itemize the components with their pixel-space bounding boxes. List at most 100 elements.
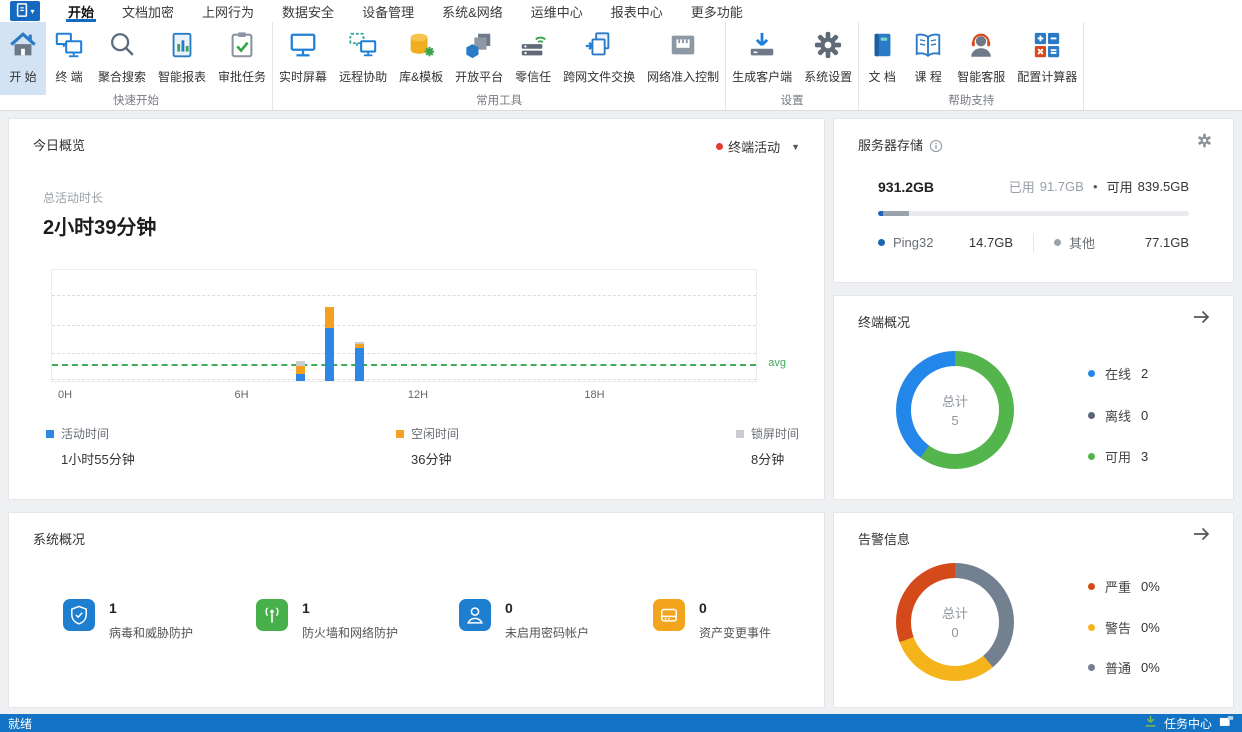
legend-item: 普通0% bbox=[1088, 658, 1160, 677]
library-template-icon bbox=[405, 29, 437, 61]
terminal-overview-panel: 终端概况 总计 5 在线2离线0可用3 bbox=[833, 295, 1234, 500]
bar-segment bbox=[355, 348, 364, 381]
tab-more-functions[interactable]: 更多功能 bbox=[677, 0, 757, 22]
system-stat-item: 0未启用密码帐户 bbox=[459, 599, 589, 641]
ribbon-item-zero-trust[interactable]: 零信任 bbox=[509, 22, 557, 95]
tab-doc-encryption[interactable]: 文档加密 bbox=[108, 0, 188, 22]
legend-item: 活动时间1小时55分钟 bbox=[46, 425, 206, 468]
info-icon bbox=[929, 141, 943, 156]
storage-item-value: 77.1GB bbox=[1145, 235, 1189, 250]
terminals-icon bbox=[53, 29, 85, 61]
ready-status: 就绪 bbox=[8, 715, 32, 732]
tab-ops-center[interactable]: 运维中心 bbox=[517, 0, 597, 22]
tab-report-center[interactable]: 报表中心 bbox=[597, 0, 677, 22]
ribbon-item-label: 系统设置 bbox=[804, 68, 852, 85]
legend-value: 0 bbox=[1141, 408, 1148, 423]
ribbon-item-remote-assist[interactable]: 远程协助 bbox=[333, 22, 393, 95]
storage-item-value: 14.7GB bbox=[969, 235, 1013, 250]
terminal-donut-center: 总计 5 bbox=[896, 391, 1014, 428]
stat-label: 防火墙和网络防护 bbox=[302, 624, 398, 641]
activity-chart: avg 0H6H12H18H bbox=[51, 269, 757, 382]
document-icon bbox=[866, 29, 898, 61]
app-document-icon bbox=[15, 2, 30, 20]
ribbon-tabs: 开始文档加密上网行为数据安全设备管理系统&网络运维中心报表中心更多功能 bbox=[54, 0, 757, 22]
ribbon-item-live-screen[interactable]: 实时屏幕 bbox=[273, 22, 333, 95]
legend-dot bbox=[1088, 412, 1095, 419]
ribbon-group: 文 档课 程智能客服配置计算器帮助支持 bbox=[859, 22, 1084, 110]
live-screen-icon bbox=[287, 29, 319, 61]
tab-device-management[interactable]: 设备管理 bbox=[348, 0, 428, 22]
stat-label: 未启用密码帐户 bbox=[505, 624, 589, 641]
avg-line bbox=[52, 364, 756, 366]
ribbon-item-document[interactable]: 文 档 bbox=[859, 22, 905, 95]
ribbon-group-label: 设置 bbox=[726, 95, 858, 110]
total-activity-label: 总活动时长 bbox=[43, 189, 103, 206]
stat-value: 1 bbox=[302, 601, 398, 615]
tab-system-network[interactable]: 系统&网络 bbox=[428, 0, 517, 22]
stat-label: 病毒和威胁防护 bbox=[109, 624, 193, 641]
app-menu-button[interactable]: ▾ bbox=[10, 1, 40, 21]
stat-value: 1 bbox=[109, 601, 193, 615]
x-axis-tick: 18H bbox=[584, 389, 604, 401]
tab-start[interactable]: 开始 bbox=[54, 0, 108, 22]
ribbon-item-course[interactable]: 课 程 bbox=[905, 22, 951, 95]
ribbon-item-smart-report[interactable]: 智能报表 bbox=[152, 22, 212, 95]
ribbon-item-search[interactable]: 聚合搜索 bbox=[92, 22, 152, 95]
storage-total: 931.2GB bbox=[878, 179, 934, 195]
ribbon-item-smart-support[interactable]: 智能客服 bbox=[951, 22, 1011, 95]
ribbon-item-label: 生成客户端 bbox=[732, 68, 792, 85]
status-bar: 就绪 任务中心 bbox=[0, 714, 1242, 732]
ribbon-item-config-calculator[interactable]: 配置计算器 bbox=[1011, 22, 1083, 95]
tab-data-security[interactable]: 数据安全 bbox=[268, 0, 348, 22]
legend-item: 离线 0 bbox=[1088, 406, 1148, 425]
ribbon-item-file-exchange[interactable]: 跨网文件交换 bbox=[557, 22, 641, 95]
ribbon-item-label: 网络准入控制 bbox=[647, 68, 719, 85]
ribbon-item-home[interactable]: 开 始 bbox=[0, 22, 46, 95]
open-platform-icon bbox=[463, 29, 495, 61]
legend-label: 离线 bbox=[1105, 406, 1131, 425]
bar-segment bbox=[296, 361, 305, 366]
today-overview-panel: 今日概览 终端活动 ▼ 总活动时长 2小时39分钟 avg 0H6H12H18H… bbox=[8, 118, 825, 500]
download-icon bbox=[1144, 715, 1157, 731]
ribbon-item-system-settings[interactable]: 系统设置 bbox=[798, 22, 858, 95]
ribbon-item-label: 终 端 bbox=[55, 68, 82, 85]
ribbon-group: 生成客户端系统设置设置 bbox=[726, 22, 859, 110]
ribbon-group-label: 快速开始 bbox=[0, 95, 272, 110]
panel-title: 系统概况 bbox=[33, 529, 85, 548]
tab-web-behavior[interactable]: 上网行为 bbox=[188, 0, 268, 22]
ribbon-item-label: 智能客服 bbox=[957, 68, 1005, 85]
terminal-activity-filter[interactable]: 终端活动 ▼ bbox=[716, 137, 800, 156]
panel-title: 服务器存储 bbox=[858, 135, 943, 156]
arrow-right-icon[interactable] bbox=[1192, 308, 1211, 331]
ribbon-item-terminals[interactable]: 终 端 bbox=[46, 22, 92, 95]
shield-check-icon bbox=[63, 599, 95, 631]
legend-item: 可用3 bbox=[1088, 447, 1148, 466]
legend-label: 普通 bbox=[1105, 658, 1131, 677]
system-overview-panel: 系统概况 1病毒和威胁防护1防火墙和网络防护0未启用密码帐户0资产变更事件 bbox=[8, 512, 825, 708]
storage-bar-segment bbox=[883, 211, 909, 216]
ribbon-group-label: 帮助支持 bbox=[859, 95, 1083, 110]
chart-gridline bbox=[52, 353, 756, 354]
ribbon-item-approval-tasks[interactable]: 审批任务 bbox=[212, 22, 272, 95]
ribbon-group-label: 常用工具 bbox=[273, 95, 725, 110]
ribbon-item-label: 远程协助 bbox=[339, 68, 387, 85]
storage-settings-gear-icon[interactable] bbox=[1196, 132, 1213, 154]
legend-dot bbox=[1088, 370, 1095, 377]
legend-dot bbox=[1088, 453, 1095, 460]
ribbon-item-library-template[interactable]: 库&模板 bbox=[393, 22, 449, 95]
chevron-down-icon: ▾ bbox=[30, 7, 34, 16]
system-stat-item: 0资产变更事件 bbox=[653, 599, 771, 641]
task-center-button[interactable]: 任务中心 bbox=[1144, 715, 1234, 732]
storage-item-label: 其他 bbox=[1069, 233, 1095, 252]
chart-gridline bbox=[52, 295, 756, 296]
legend-swatch bbox=[396, 430, 404, 438]
ribbon-item-open-platform[interactable]: 开放平台 bbox=[449, 22, 509, 95]
ribbon-item-network-access[interactable]: 网络准入控制 bbox=[641, 22, 725, 95]
smart-support-icon bbox=[965, 29, 997, 61]
arrow-right-icon[interactable] bbox=[1192, 525, 1211, 548]
ribbon-item-generate-client[interactable]: 生成客户端 bbox=[726, 22, 798, 95]
ribbon-item-label: 聚合搜索 bbox=[98, 68, 146, 85]
legend-value: 36分钟 bbox=[411, 449, 556, 468]
ribbon-item-label: 库&模板 bbox=[399, 68, 443, 85]
stat-value: 0 bbox=[699, 601, 771, 615]
